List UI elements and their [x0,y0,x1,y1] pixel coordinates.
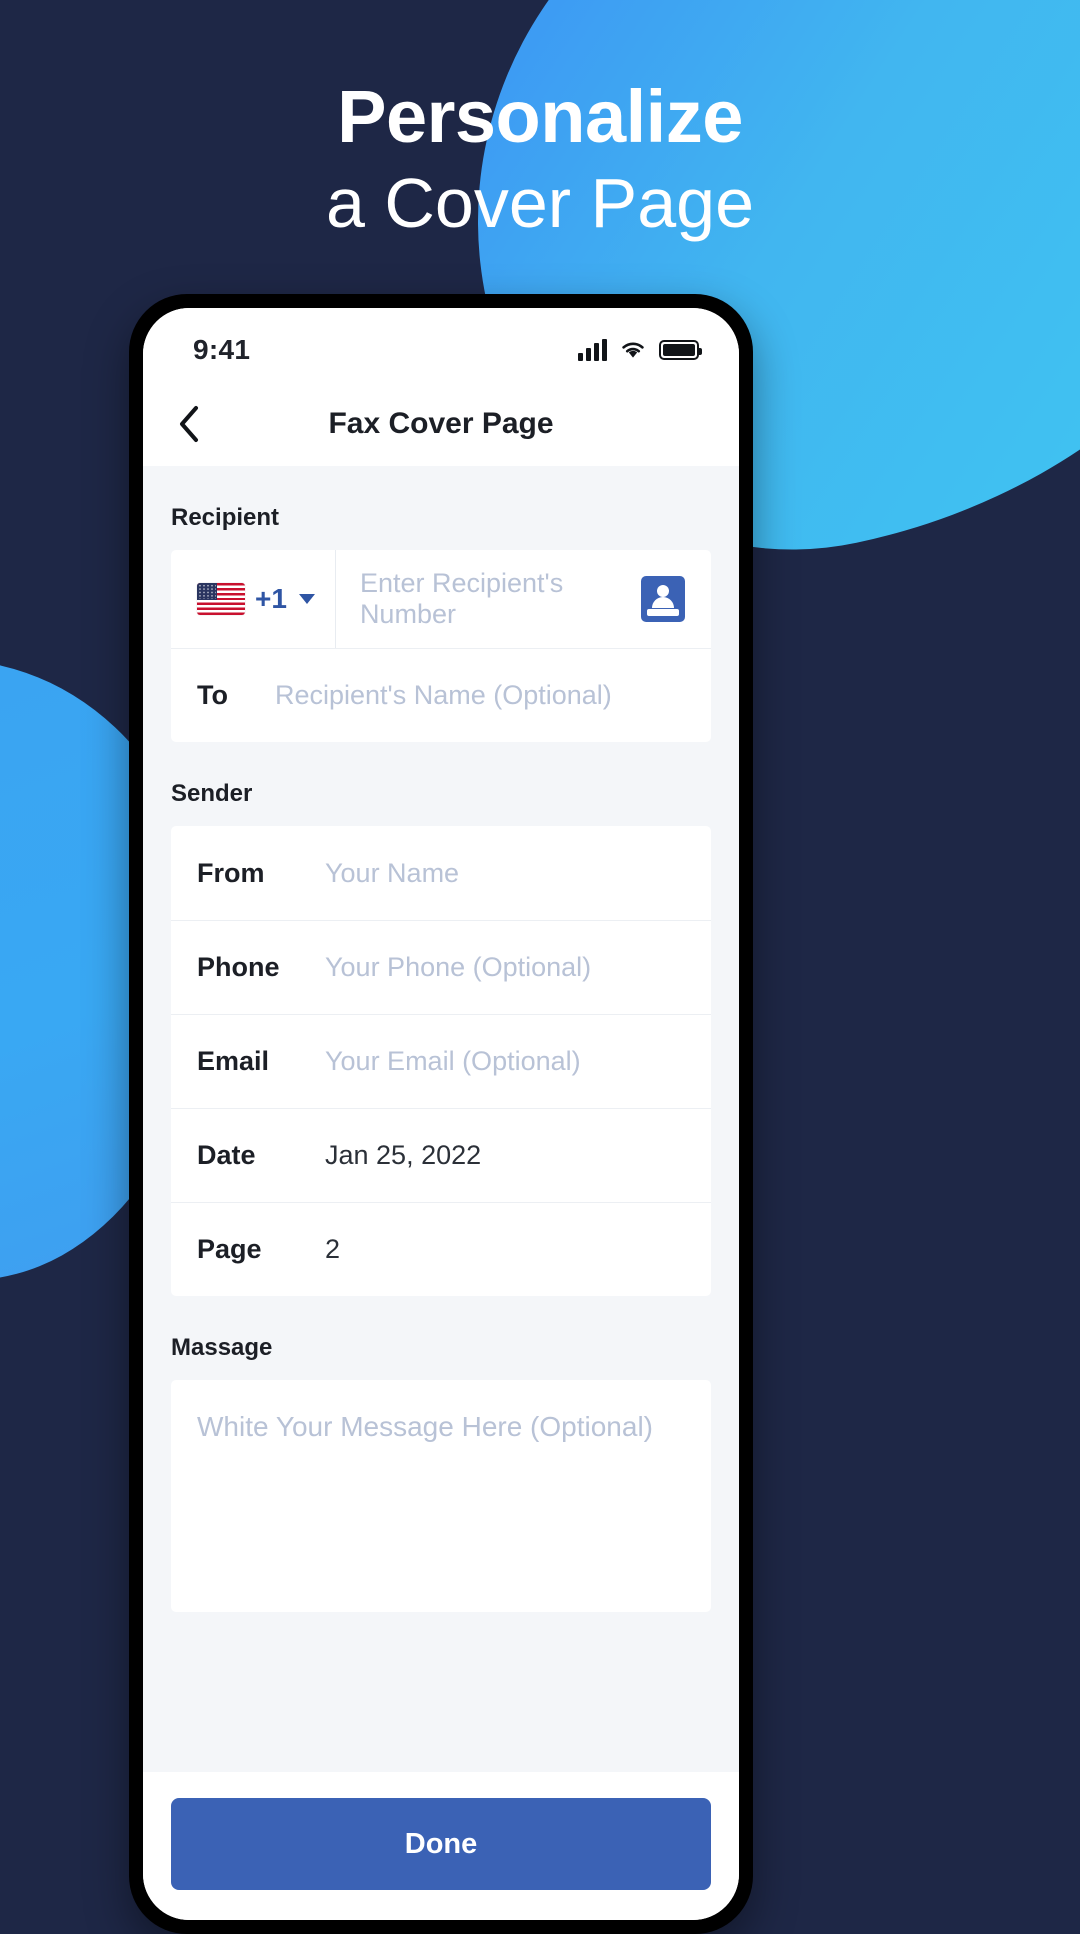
wifi-icon [622,342,644,358]
recipient-name-label: To [197,680,228,710]
recipient-number-input[interactable]: Enter Recipient's Number [336,550,631,648]
phone-mockup-frame: 9:41 Fax Cover Page Recipient +1 Enter R… [129,294,753,1934]
cover-page-form: Recipient +1 Enter Recipient's Number To… [143,466,739,1772]
sender-phone-row[interactable]: Phone Your Phone (Optional) [171,920,711,1014]
us-flag-icon [197,583,245,615]
sender-from-label: From [197,857,265,888]
recipient-card: +1 Enter Recipient's Number To Recipient… [171,550,711,742]
promo-headline-line2: a Cover Page [325,163,755,242]
chevron-left-icon [180,406,198,442]
navigation-bar: Fax Cover Page [143,382,739,466]
message-placeholder: White Your Message Here (Optional) [197,1411,653,1442]
footer-bar: Done [143,1772,739,1920]
sender-card: From Your Name Phone Your Phone (Optiona… [171,826,711,1296]
chevron-down-icon [298,594,315,604]
battery-full-icon [659,340,702,360]
section-label-message: Massage [171,1334,273,1361]
sender-phone-input: Your Phone (Optional) [325,952,592,982]
open-contacts-button[interactable] [631,550,711,648]
sender-page-label: Page [197,1234,262,1264]
country-code-selector[interactable]: +1 [171,550,336,648]
recipient-name-input: Recipient's Name (Optional) [275,680,612,710]
sender-email-input: Your Email (Optional) [325,1046,581,1076]
recipient-number-row: +1 Enter Recipient's Number [171,550,711,648]
sender-page-value: 2 [325,1234,341,1264]
status-bar-time: 9:41 [193,334,251,365]
sender-email-row[interactable]: Email Your Email (Optional) [171,1014,711,1108]
sender-from-row[interactable]: From Your Name [171,826,711,920]
back-button[interactable] [177,402,221,446]
sender-date-value: Jan 25, 2022 [325,1140,482,1170]
sender-phone-label: Phone [197,952,280,982]
section-label-sender: Sender [171,780,253,807]
status-bar-icons [578,339,702,361]
sender-from-input: Your Name [325,857,460,888]
section-label-recipient: Recipient [171,504,280,531]
sender-email-label: Email [197,1046,270,1076]
done-button[interactable]: Done [171,1798,711,1890]
promo-headline: Personalize a Cover Page [0,78,1080,242]
sender-page-row[interactable]: Page 2 [171,1202,711,1296]
sender-date-label: Date [197,1140,256,1170]
cellular-signal-icon [578,339,607,361]
promo-headline-line1: Personalize [337,75,743,158]
page-title: Fax Cover Page [328,407,554,440]
message-textarea[interactable]: White Your Message Here (Optional) [171,1380,711,1612]
status-bar: 9:41 [143,308,739,382]
address-book-icon [641,576,685,622]
country-code-label: +1 [255,583,287,614]
recipient-name-row[interactable]: To Recipient's Name (Optional) [171,648,711,742]
phone-screen: 9:41 Fax Cover Page Recipient +1 Enter R… [143,308,739,1920]
sender-date-row[interactable]: Date Jan 25, 2022 [171,1108,711,1202]
